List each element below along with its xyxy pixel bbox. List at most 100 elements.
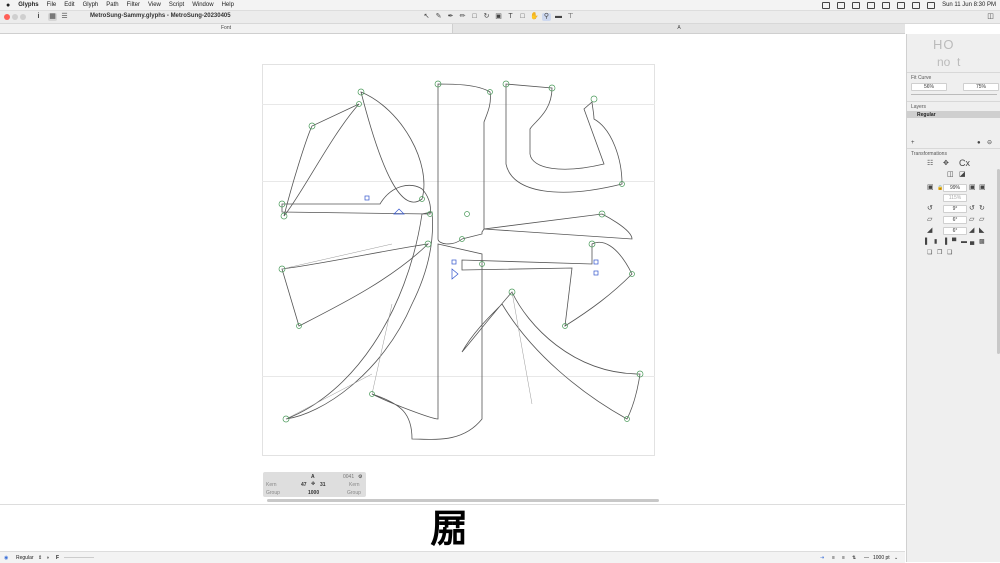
chevron-updown-icon[interactable]: ⇕ <box>38 555 42 561</box>
status-volume-icon[interactable] <box>867 1 876 9</box>
menu-file[interactable]: File <box>47 2 57 8</box>
pencil-tool-icon[interactable]: ✏ <box>458 13 467 21</box>
menu-glyph[interactable]: Glyph <box>83 2 99 8</box>
pen-tool-icon[interactable]: ✒ <box>446 13 455 21</box>
hand-tool-icon[interactable]: ✋ <box>530 13 539 21</box>
align-grid-icon[interactable]: ☷ <box>927 160 933 167</box>
status-control-center-icon[interactable] <box>927 1 936 9</box>
status-wifi-icon[interactable] <box>897 1 906 9</box>
align-center-icon[interactable]: ≡ <box>842 555 845 561</box>
font-icon[interactable]: F <box>56 555 59 561</box>
tab-glyph-a[interactable]: A <box>453 24 905 33</box>
rectangle-tool-icon[interactable]: □ <box>470 13 479 21</box>
select-tool-icon[interactable]: ↖ <box>422 13 431 21</box>
scale-up-icon[interactable]: ▣ <box>979 184 986 191</box>
info-unicode[interactable]: 0041 <box>343 474 354 480</box>
skew-right-icon[interactable]: ◣ <box>979 227 984 234</box>
add-layer-icon[interactable]: + <box>911 140 915 147</box>
annotation-tool-icon[interactable]: □ <box>518 13 527 21</box>
scale-tool-icon[interactable]: ▣ <box>494 13 503 21</box>
preview-color-icon[interactable]: ◑ <box>46 555 49 561</box>
glyph-outline[interactable] <box>262 64 654 456</box>
menu-filter[interactable]: Filter <box>127 2 140 8</box>
distribute-icon[interactable]: ▩ <box>979 239 985 246</box>
layers-label[interactable]: Layers <box>911 104 926 110</box>
horizontal-scrollbar[interactable] <box>267 499 659 502</box>
align-left-edges-icon[interactable]: ▌ <box>925 239 929 246</box>
info-icon[interactable]: i <box>34 13 43 21</box>
align-bottom-edges-icon[interactable]: ▄ <box>970 239 974 246</box>
fit-curve-left-field[interactable]: 56% <box>911 83 947 91</box>
status-app-icon[interactable] <box>837 1 846 9</box>
slant-right-icon[interactable]: ▱ <box>979 216 984 223</box>
status-clock-icon[interactable] <box>822 1 831 9</box>
remove-layer-icon[interactable]: ⊖ <box>987 140 992 147</box>
eye-icon[interactable]: ◉ <box>4 555 8 561</box>
info-rsb-value[interactable]: 31 <box>320 482 326 488</box>
text-direction-icon[interactable]: ⇥ <box>820 555 824 561</box>
scale-field-secondary[interactable]: 115% <box>943 194 967 202</box>
menu-app-glyphs[interactable]: Glyphs <box>18 2 38 8</box>
text-metrics-icon[interactable]: Cx <box>959 159 970 168</box>
rotate-right-icon[interactable]: ↻ <box>979 205 985 212</box>
type-tool-icon[interactable]: ⊤ <box>566 13 575 21</box>
align-h-center-icon[interactable]: ▮ <box>934 239 937 246</box>
fit-curve-label[interactable]: Fit Curve <box>911 75 931 81</box>
status-bluetooth-icon[interactable] <box>882 1 891 9</box>
skew-field[interactable]: 6° <box>943 227 967 235</box>
fit-curve-right-field[interactable]: 75% <box>963 83 999 91</box>
scale-down-icon[interactable]: ▣ <box>969 184 976 191</box>
align-left-icon[interactable]: ≡ <box>832 555 835 561</box>
align-right-edges-icon[interactable]: ▐ <box>943 239 947 246</box>
status-search-icon[interactable] <box>912 1 921 9</box>
rotate-tool-icon[interactable]: ↻ <box>482 13 491 21</box>
flip-vertical-icon[interactable]: ◪ <box>959 171 966 178</box>
draw-tool-icon[interactable]: ✎ <box>434 13 443 21</box>
info-glyph-name[interactable]: A <box>311 474 315 480</box>
center-icon[interactable]: ✥ <box>943 160 949 167</box>
skew-icon[interactable]: ◢ <box>927 227 932 234</box>
scale-icon[interactable]: ▣ <box>927 184 934 191</box>
status-audio-icon[interactable] <box>852 1 861 9</box>
edit-canvas[interactable]: A 0041 ⚙ Kern 47 ✥ 31 Kern Group 1000 Gr… <box>0 34 905 502</box>
union-icon[interactable]: ❏ <box>927 250 932 257</box>
preview-size-value[interactable]: 1000 pt <box>873 555 890 561</box>
slant-left-icon[interactable]: ▱ <box>969 216 974 223</box>
close-window-button[interactable] <box>4 14 10 20</box>
status-datetime[interactable]: Sun 11 Jun 8:30 PM <box>942 2 996 8</box>
zoom-window-button[interactable] <box>20 14 26 20</box>
minimize-window-button[interactable] <box>12 14 18 20</box>
list-view-icon[interactable]: ☰ <box>60 13 69 21</box>
scale-field[interactable]: 99% <box>943 184 967 192</box>
apple-menu-icon[interactable]: ● <box>6 2 10 9</box>
flip-icon[interactable]: ⇅ <box>852 555 856 561</box>
menu-help[interactable]: Help <box>222 2 234 8</box>
zoom-tool-icon[interactable]: ⚲ <box>542 13 551 21</box>
flip-horizontal-icon[interactable]: ◫ <box>947 171 954 178</box>
tab-font[interactable]: Font <box>0 24 453 33</box>
layer-select[interactable]: Regular <box>16 555 34 561</box>
menu-window[interactable]: Window <box>192 2 213 8</box>
align-v-center-icon[interactable]: ▬ <box>961 239 967 246</box>
info-lsb-value[interactable]: 47 <box>301 482 307 488</box>
layer-row-regular[interactable]: Regular <box>907 111 1000 118</box>
menu-edit[interactable]: Edit <box>64 2 74 8</box>
text-tool-icon[interactable]: T <box>506 13 515 21</box>
preview-size-slider[interactable] <box>64 557 94 558</box>
skew-left-icon[interactable]: ◢ <box>969 227 974 234</box>
info-width-value[interactable]: 1000 <box>308 490 319 496</box>
rotate-left-icon[interactable]: ↺ <box>969 205 975 212</box>
rotate-field[interactable]: 9° <box>943 205 967 213</box>
slant-icon[interactable]: ▱ <box>927 216 932 223</box>
intersect-icon[interactable]: ❑ <box>947 250 952 257</box>
subtract-icon[interactable]: ❐ <box>937 250 942 257</box>
grid-view-icon[interactable]: ▦ <box>48 13 57 21</box>
copy-layer-icon[interactable]: ● <box>977 140 981 147</box>
menu-script[interactable]: Script <box>169 2 184 8</box>
chevron-down-icon[interactable]: ⌄ <box>894 555 898 561</box>
measure-tool-icon[interactable]: ▬ <box>554 13 563 21</box>
fit-curve-slider[interactable] <box>911 94 997 95</box>
sidebar-toggle-icon[interactable]: ◫ <box>986 13 995 21</box>
rotate-icon[interactable]: ↺ <box>927 205 933 212</box>
menu-view[interactable]: View <box>148 2 161 8</box>
